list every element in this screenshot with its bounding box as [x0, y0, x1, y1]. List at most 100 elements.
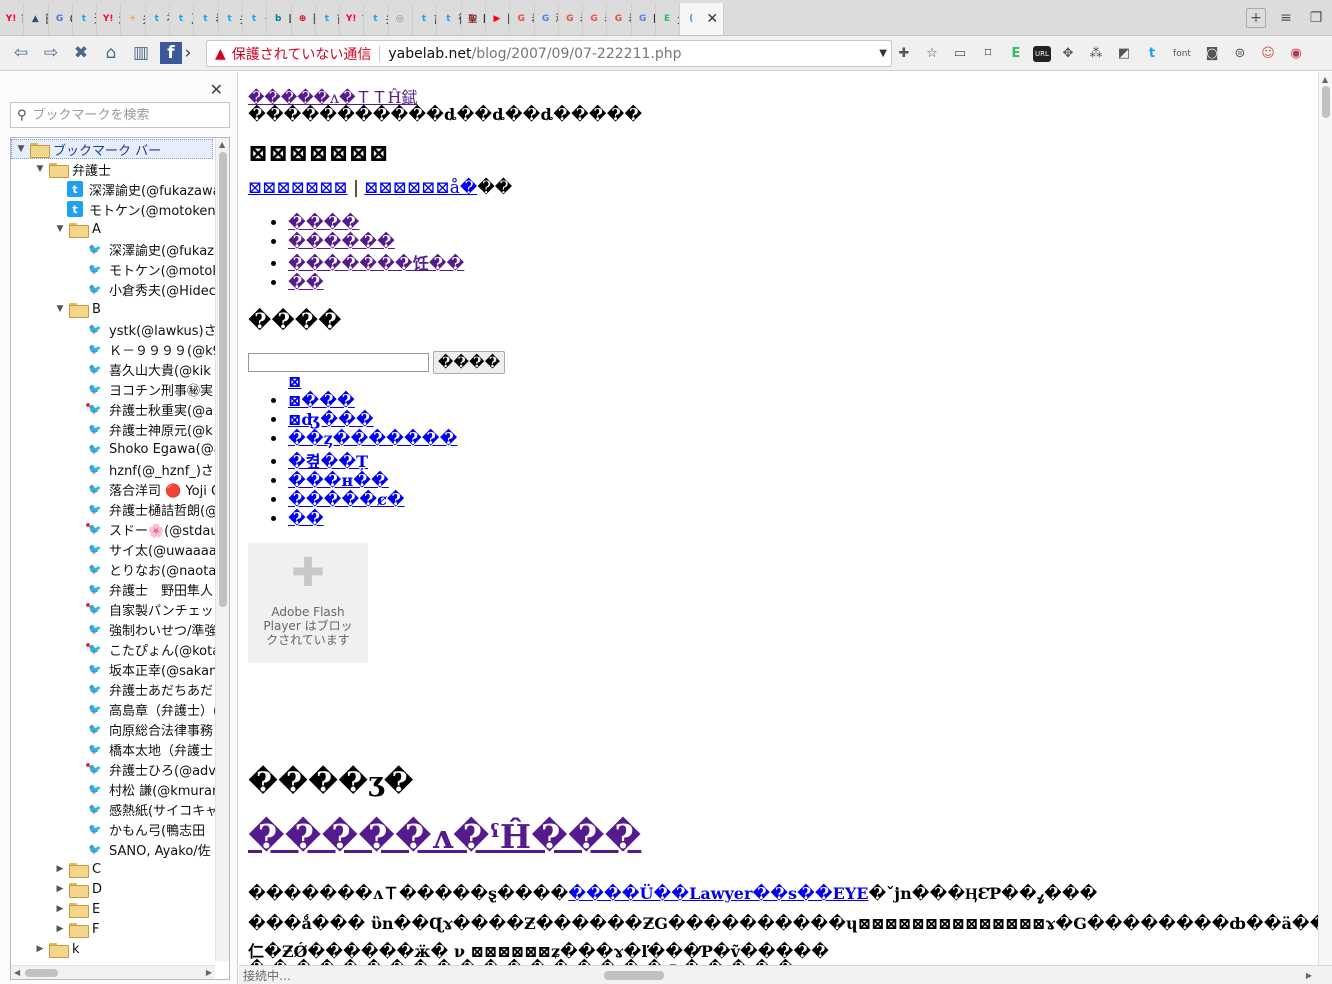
scroll-left-icon[interactable]: ◀: [14, 968, 20, 977]
tab[interactable]: Y!淡: [97, 2, 122, 35]
bookmark-item[interactable]: 🐦 落合洋司 🔴 Yoji O: [73, 479, 221, 499]
bookmark-item[interactable]: 🐦 Shoko Egawa(@a: [73, 439, 222, 459]
bookmark-item[interactable]: 🐦 橋本太地（弁護士: [73, 739, 213, 759]
bookmark-folder[interactable]: ▼ 弁護士: [33, 159, 111, 179]
back-button[interactable]: ⇦: [6, 38, 36, 68]
tab[interactable]: Y!市: [0, 2, 25, 35]
tree-vscroll-thumb[interactable]: [219, 152, 227, 607]
link-list-link[interactable]: ⊠���: [288, 391, 355, 410]
page-hscroll-thumb[interactable]: [604, 971, 664, 980]
bookmark-folder[interactable]: ▶ F: [53, 919, 99, 939]
extension-icon[interactable]: ◙: [1201, 43, 1223, 65]
tab[interactable]: Y!マ: [340, 2, 365, 35]
tab[interactable]: t衛: [437, 2, 462, 35]
bookmark-item[interactable]: 🐦 ヨコチン刑事㊙実: [73, 379, 213, 399]
nav-link-1[interactable]: ⊠⊠⊠⊠⊠⊠⊠: [248, 178, 348, 198]
menu-link[interactable]: ����: [288, 213, 359, 232]
site-search-input[interactable]: [248, 353, 429, 372]
bookmarks-sidebar-button[interactable]: ▥: [126, 38, 156, 68]
tree-horizontal-scrollbar[interactable]: ◀ ▶: [11, 965, 215, 979]
tab[interactable]: ▲田: [24, 2, 49, 35]
tab[interactable]: t奉: [194, 2, 219, 35]
bookmark-item[interactable]: 🐦 村松 謙(@kmuran: [73, 779, 220, 799]
sidebar-close-icon[interactable]: ✕: [210, 80, 223, 99]
link-list-link[interactable]: ⊠ʤ���: [288, 410, 374, 429]
expand-down-icon[interactable]: ▼: [14, 144, 28, 154]
tab[interactable]: t退: [73, 2, 98, 35]
expand-right-icon[interactable]: ▶: [33, 944, 47, 954]
bookmark-search-input[interactable]: [32, 107, 213, 123]
menu-link[interactable]: ��: [288, 273, 324, 292]
menu-link[interactable]: �������饪��: [288, 254, 464, 273]
bookmark-item[interactable]: t 深澤諭史(@fukazawa: [53, 179, 221, 199]
extension-icon[interactable]: URL: [1033, 45, 1051, 62]
bookmark-search-field[interactable]: ⚲: [10, 102, 230, 128]
bookmark-item[interactable]: 🐦 向原総合法律事務: [73, 719, 213, 739]
tree-hscroll-thumb[interactable]: [25, 969, 58, 977]
tab[interactable]: t福: [146, 2, 171, 35]
bookmark-item[interactable]: 🐦 サイ太(@uwaaaa): [73, 539, 222, 559]
bookmark-item[interactable]: 🐦 感熱紙(サイコキャ: [73, 799, 218, 819]
home-button[interactable]: ⌂: [96, 38, 126, 68]
bookmark-item[interactable]: 🐦 こたぴょん(@kotac: [73, 639, 227, 659]
scroll-right-icon[interactable]: ▶: [206, 968, 212, 977]
facebook-icon[interactable]: f: [160, 42, 182, 64]
bookmark-item[interactable]: 🐦 ystk(@lawkus)さん: [73, 319, 229, 339]
bookmark-item[interactable]: 🐦 弁護士秋重実(@a: [73, 399, 213, 419]
bookmark-item[interactable]: 🐦 弁護士あだちあだ: [73, 679, 213, 699]
extension-icon[interactable]: ◩: [1113, 43, 1135, 65]
bookmark-item[interactable]: 🐦 深澤諭史(@fukaz: [73, 239, 214, 259]
url-dropdown-icon[interactable]: ▼: [879, 48, 887, 59]
bookmark-item[interactable]: 🐦 小倉秀夫(@Hidec: [73, 279, 216, 299]
url-bar[interactable]: ▲ 保護されていない通信 yabelab.net /blog/2007/09/0…: [206, 40, 892, 67]
bookmark-item[interactable]: 🐦 弁護士ひろ(@adv: [73, 759, 216, 779]
url-domain[interactable]: yabelab.net: [388, 46, 471, 62]
stop-button[interactable]: ✖: [66, 38, 96, 68]
link-list-link[interactable]: ��ȥ�������: [288, 429, 457, 448]
tab-active[interactable]: ( ✕: [680, 2, 725, 35]
tab[interactable]: t前: [316, 2, 341, 35]
extension-icon[interactable]: t: [1141, 43, 1163, 65]
overflow-chevron-icon[interactable]: ›: [182, 38, 194, 68]
page-vertical-scrollbar[interactable]: ▲: [1318, 72, 1332, 966]
bookmark-item[interactable]: 🐦 自家製パンチェッタ: [73, 599, 227, 619]
bookmark-item[interactable]: 🐦 Ｋ－９９９９(@k99: [73, 339, 229, 359]
flash-blocked-placeholder[interactable]: ✚ Adobe Flash Player はブロックされています: [248, 543, 368, 663]
extension-icon[interactable]: ◉: [1285, 43, 1307, 65]
link-list-link[interactable]: ���ʜ��: [288, 471, 389, 490]
extension-icon[interactable]: ⌑: [977, 43, 999, 65]
expand-down-icon[interactable]: ▼: [53, 224, 67, 234]
extension-icon[interactable]: ▭: [949, 43, 971, 65]
page-vscroll-thumb[interactable]: [1322, 86, 1330, 118]
tab[interactable]: G秋: [535, 2, 559, 35]
bookmark-item[interactable]: 🐦 hznf(@_hznf_)さん: [73, 459, 227, 479]
restore-window-icon[interactable]: ❐: [1306, 8, 1326, 28]
bookmark-item[interactable]: 🐦 弁護士樋詰哲朗(@: [73, 499, 218, 519]
extension-icon[interactable]: ✥: [1057, 43, 1079, 65]
article-title-link[interactable]: �����ʌ�ˤĤ���: [248, 817, 641, 856]
link-list-link[interactable]: �����ȼ�: [288, 490, 405, 509]
expand-down-icon[interactable]: ▼: [33, 164, 47, 174]
expand-right-icon[interactable]: ▶: [53, 864, 67, 874]
extension-icon[interactable]: ⁂: [1085, 43, 1107, 65]
tab[interactable]: 聖H: [462, 2, 486, 35]
expand-right-icon[interactable]: ▶: [53, 904, 67, 914]
bookmark-item[interactable]: 🐦 坂本正幸(@sakan: [73, 659, 217, 679]
expand-right-icon[interactable]: ▶: [53, 884, 67, 894]
bookmark-item[interactable]: 🐦 SANO, Ayako/佐: [73, 839, 211, 859]
bookmark-folder[interactable]: ▶ E: [53, 899, 100, 919]
menu-link[interactable]: ������: [288, 232, 395, 251]
bookmark-folder[interactable]: ▶ D: [53, 879, 102, 899]
tab[interactable]: GL!: [632, 2, 657, 35]
warning-icon[interactable]: ▲: [215, 46, 226, 62]
tab[interactable]: ⊕田: [292, 2, 316, 35]
link-list-link[interactable]: �켶��Ț: [288, 452, 368, 471]
bookmark-folder[interactable]: ▶ C: [53, 859, 101, 879]
tab[interactable]: ▶田: [486, 2, 511, 35]
bookmark-folder[interactable]: ▼ ブックマーク バー: [11, 139, 213, 159]
tab[interactable]: ◎【: [389, 2, 414, 35]
scroll-up-icon[interactable]: ▲: [1322, 75, 1328, 84]
bookmark-item[interactable]: 🐦 モトケン(@motoke: [73, 259, 227, 279]
tab[interactable]: G奉: [559, 2, 584, 35]
tree-vertical-scrollbar[interactable]: ▲: [215, 138, 229, 961]
